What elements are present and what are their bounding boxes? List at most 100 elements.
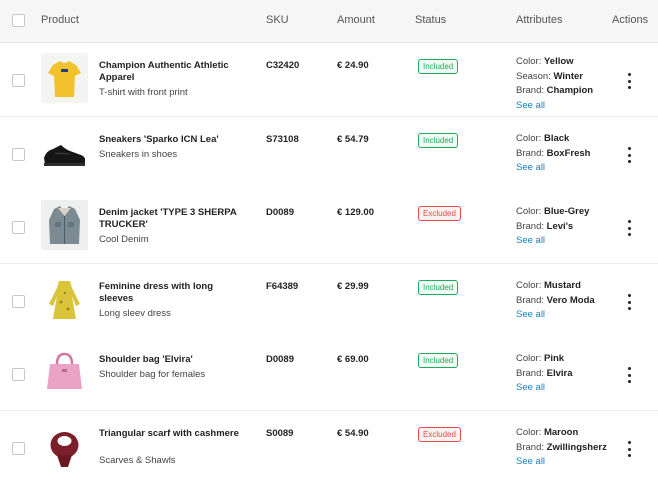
table-header: Product SKU Amount Status Attributes Act… <box>0 0 658 43</box>
header-status[interactable]: Status <box>415 14 446 26</box>
product-amount: € 54.90 <box>337 428 369 439</box>
attribute-key: Color: <box>516 206 542 217</box>
row-checkbox[interactable] <box>12 368 25 381</box>
product-sku: D0089 <box>266 354 294 365</box>
product-image[interactable] <box>41 53 88 103</box>
header-attributes[interactable]: Attributes <box>516 14 562 26</box>
attribute-key: Brand: <box>516 441 544 453</box>
attribute-item: Season: Winter <box>516 71 583 82</box>
more-actions-icon[interactable] <box>622 71 636 91</box>
attribute-key: Color: <box>516 353 542 364</box>
attribute-item: Color: Pink <box>516 353 564 364</box>
product-description: T-shirt with front print <box>99 87 188 98</box>
attribute-value: Champion <box>546 85 594 96</box>
select-all-checkbox[interactable] <box>12 14 25 27</box>
status-badge: Excluded <box>418 427 461 442</box>
header-amount[interactable]: Amount <box>337 14 375 26</box>
attribute-value: Yellow <box>543 56 574 67</box>
attribute-item: Color: Blue-Grey <box>516 206 589 217</box>
attribute-value: Zwillingsherz <box>546 441 607 453</box>
product-image[interactable] <box>41 127 88 177</box>
attribute-item: Color: Mustard <box>516 280 581 291</box>
product-amount: € 29.99 <box>337 281 369 292</box>
see-all-attributes-link[interactable]: See all <box>516 309 545 320</box>
attribute-key: Season: <box>516 70 551 82</box>
more-actions-icon[interactable] <box>622 145 636 165</box>
attribute-item: Brand: Elvira <box>516 368 573 379</box>
attribute-item: Brand: Champion <box>516 85 593 96</box>
attribute-item: Brand: Vero Moda <box>516 295 595 306</box>
jacket-icon <box>41 200 88 250</box>
product-amount: € 54.79 <box>337 134 369 145</box>
more-actions-icon[interactable] <box>622 292 636 312</box>
attribute-item: Brand: Zwillingsherz <box>516 442 607 453</box>
product-name[interactable]: Sneakers 'Sparko ICN Lea' <box>99 134 239 146</box>
product-description: Long sleev dress <box>99 308 171 319</box>
attribute-item: Brand: Levi's <box>516 221 573 232</box>
product-description: Shoulder bag for females <box>99 369 206 380</box>
more-actions-icon[interactable] <box>622 365 636 385</box>
see-all-attributes-link[interactable]: See all <box>516 382 545 393</box>
product-description: Sneakers in shoes <box>99 149 178 160</box>
attribute-item: Brand: BoxFresh <box>516 148 590 159</box>
more-actions-icon[interactable] <box>622 439 636 459</box>
header-sku[interactable]: SKU <box>266 14 289 26</box>
attribute-key: Brand: <box>516 367 544 379</box>
product-sku: S0089 <box>266 428 294 439</box>
table-row[interactable]: Feminine dress with long sleeves Long sl… <box>0 264 658 338</box>
product-description: Scarves & Shawls <box>99 455 176 466</box>
see-all-attributes-link[interactable]: See all <box>516 456 545 467</box>
header-product[interactable]: Product <box>41 14 79 26</box>
table-row[interactable]: Sneakers 'Sparko ICN Lea' Sneakers in sh… <box>0 117 658 191</box>
attribute-value: Pink <box>543 353 565 364</box>
product-amount: € 24.90 <box>337 60 369 71</box>
attribute-key: Color: <box>516 56 542 67</box>
table-row[interactable]: Shoulder bag 'Elvira' Shoulder bag for f… <box>0 337 658 411</box>
product-sku: D0089 <box>266 207 294 218</box>
see-all-attributes-link[interactable]: See all <box>516 162 545 173</box>
row-checkbox[interactable] <box>12 221 25 234</box>
attribute-key: Color: <box>516 280 542 291</box>
attribute-value: Vero Moda <box>546 294 595 306</box>
product-name[interactable]: Feminine dress with long sleeves <box>99 281 239 305</box>
product-sku: S73108 <box>266 134 299 145</box>
table-row[interactable]: Triangular scarf with cashmere Scarves &… <box>0 411 658 481</box>
product-image[interactable] <box>41 200 88 250</box>
product-sku: F64389 <box>266 281 299 292</box>
row-checkbox[interactable] <box>12 74 25 87</box>
attribute-key: Color: <box>516 133 542 144</box>
handbag-icon <box>41 347 88 397</box>
product-description: Cool Denim <box>99 234 149 245</box>
product-image[interactable] <box>41 347 88 397</box>
status-badge: Included <box>418 59 459 74</box>
see-all-attributes-link[interactable]: See all <box>516 100 545 111</box>
product-name[interactable]: Triangular scarf with cashmere <box>99 428 239 440</box>
attribute-value: Blue-Grey <box>543 206 590 217</box>
product-sku: C32420 <box>266 60 300 71</box>
product-name[interactable]: Denim jacket 'TYPE 3 SHERPA TRUCKER' <box>99 207 239 231</box>
attribute-key: Brand: <box>516 147 544 159</box>
product-amount: € 129.00 <box>337 207 374 218</box>
attribute-value: Elvira <box>546 367 573 379</box>
product-name[interactable]: Shoulder bag 'Elvira' <box>99 354 239 366</box>
attribute-value: Winter <box>553 70 583 82</box>
table-row[interactable]: Champion Authentic Athletic Apparel T-sh… <box>0 43 658 117</box>
row-checkbox[interactable] <box>12 295 25 308</box>
see-all-attributes-link[interactable]: See all <box>516 235 545 246</box>
attribute-key: Brand: <box>516 85 544 96</box>
status-badge: Included <box>418 353 459 368</box>
attribute-key: Brand: <box>516 220 544 232</box>
attribute-value: Levi's <box>546 220 574 232</box>
product-name[interactable]: Champion Authentic Athletic Apparel <box>99 60 239 84</box>
tshirt-icon <box>41 53 88 103</box>
status-badge: Included <box>418 280 459 295</box>
table-row[interactable]: Denim jacket 'TYPE 3 SHERPA TRUCKER' Coo… <box>0 190 658 264</box>
product-image[interactable] <box>41 421 88 471</box>
row-checkbox[interactable] <box>12 442 25 455</box>
product-image[interactable] <box>41 274 88 324</box>
attribute-item: Color: Maroon <box>516 427 578 438</box>
sneaker-icon <box>41 127 88 177</box>
more-actions-icon[interactable] <box>622 218 636 238</box>
row-checkbox[interactable] <box>12 148 25 161</box>
attribute-value: Black <box>543 133 570 144</box>
